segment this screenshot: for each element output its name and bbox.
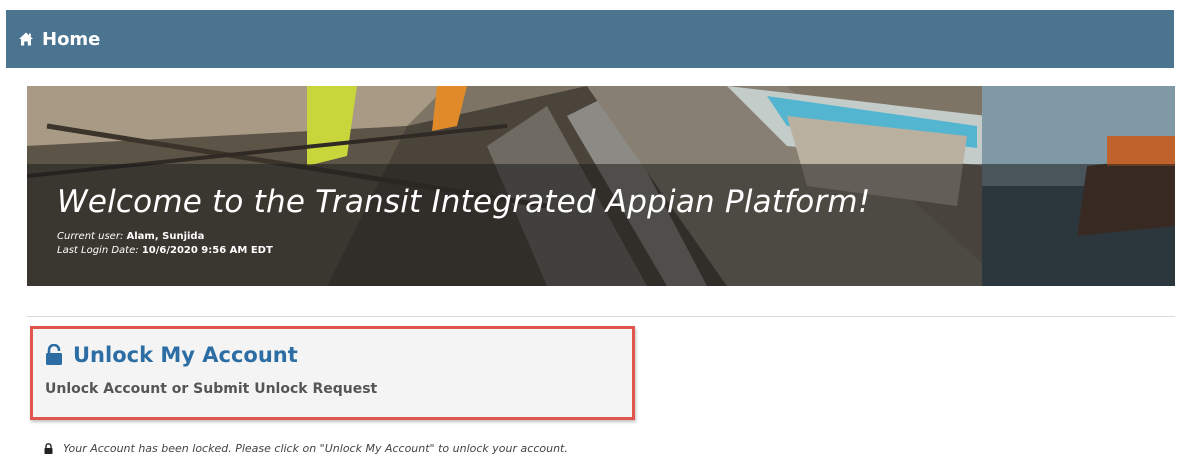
last-login-line: Last Login Date: 10/6/2020 9:56 AM EDT bbox=[57, 245, 273, 256]
unlock-account-card[interactable]: Unlock My Account Unlock Account or Subm… bbox=[30, 326, 635, 420]
section-divider bbox=[27, 316, 1175, 317]
home-icon[interactable] bbox=[18, 31, 34, 47]
current-user-label: Current user: bbox=[57, 231, 124, 242]
current-user-line: Current user: Alam, Sunjida bbox=[57, 231, 204, 242]
welcome-heading: Welcome to the Transit Integrated Appian… bbox=[57, 184, 871, 220]
last-login-label: Last Login Date: bbox=[57, 245, 139, 256]
top-nav-bar: Home bbox=[6, 10, 1174, 68]
lock-open-icon bbox=[45, 343, 63, 366]
lock-icon bbox=[44, 443, 53, 454]
account-locked-notice: Your Account has been locked. Please cli… bbox=[44, 442, 568, 455]
banner-text-overlay bbox=[27, 164, 1175, 286]
unlock-account-subtitle: Unlock Account or Submit Unlock Request bbox=[45, 381, 378, 397]
account-locked-message: Your Account has been locked. Please cli… bbox=[63, 442, 568, 455]
home-link[interactable]: Home bbox=[42, 29, 100, 50]
unlock-account-link[interactable]: Unlock My Account bbox=[45, 343, 620, 367]
last-login-value: 10/6/2020 9:56 AM EDT bbox=[141, 245, 273, 256]
unlock-account-title[interactable]: Unlock My Account bbox=[73, 343, 298, 367]
current-user-value: Alam, Sunjida bbox=[126, 231, 205, 242]
welcome-banner: Welcome to the Transit Integrated Appian… bbox=[27, 86, 1175, 286]
